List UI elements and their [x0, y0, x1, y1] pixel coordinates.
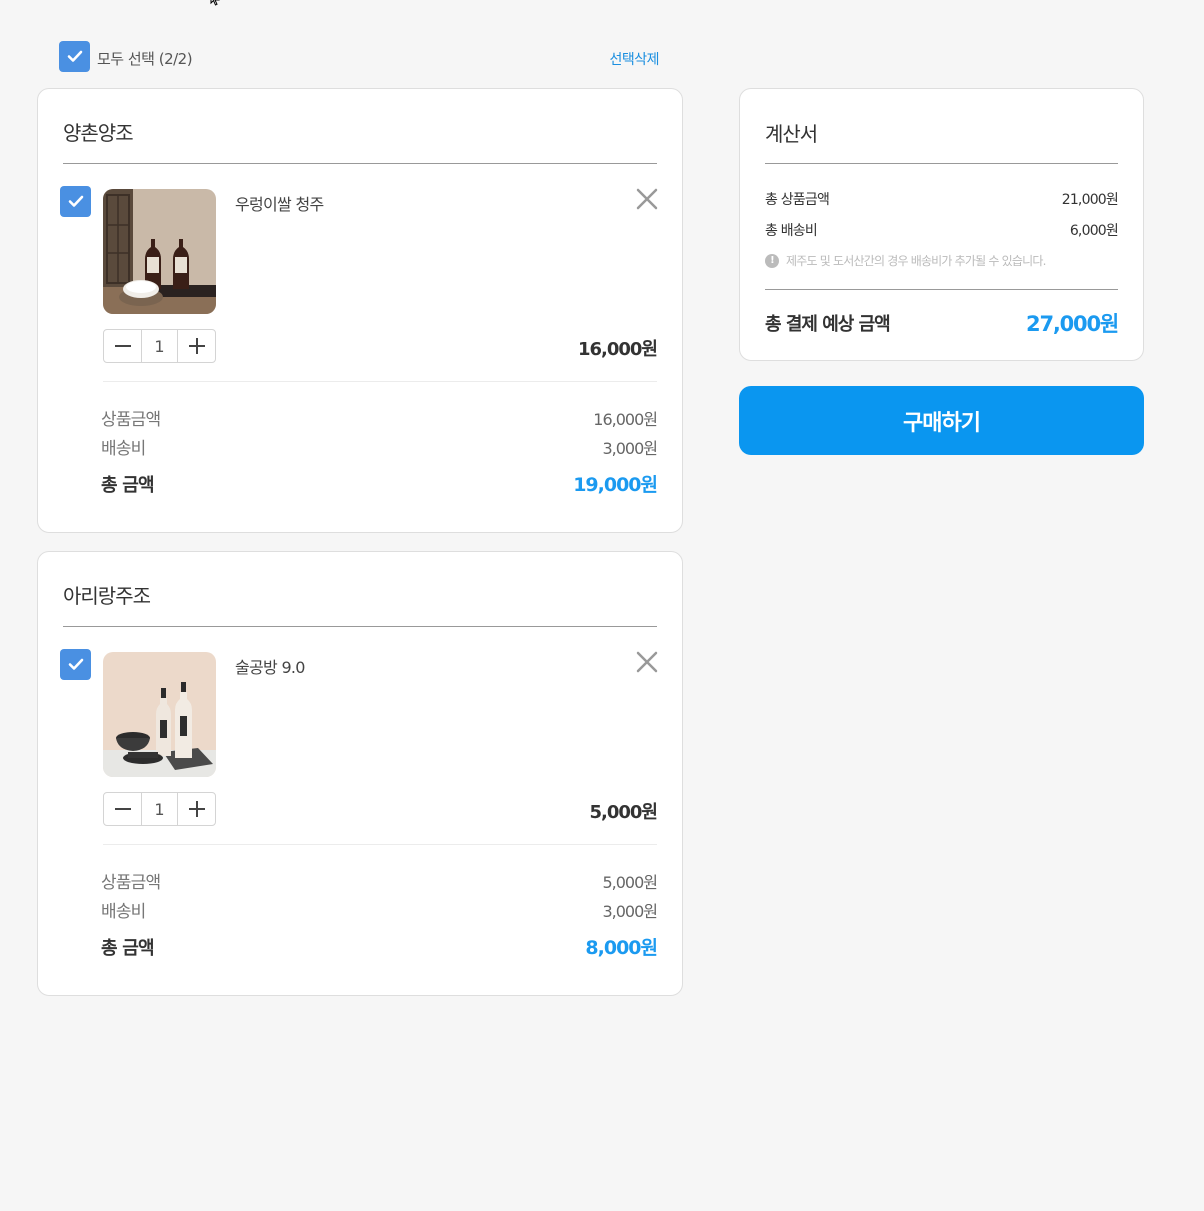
total-product-row: 총 상품금액 21,000원: [765, 189, 1119, 209]
total-product-value: 21,000원: [1061, 192, 1119, 208]
product-amount-label: 상품금액: [101, 873, 161, 893]
decrease-button[interactable]: [104, 793, 141, 825]
product-name[interactable]: 술공방 9.0: [235, 654, 305, 678]
shipping-row: 배송비 3,000원: [101, 897, 658, 923]
shipping-note-text: 제주도 및 도서산간의 경우 배송비가 추가될 수 있습니다.: [786, 254, 1046, 268]
store-name: 양촌양조: [63, 121, 134, 145]
item-price: 5,000원: [589, 802, 658, 823]
quantity-stepper: 1: [103, 792, 216, 826]
close-icon[interactable]: [636, 188, 658, 210]
divider: [63, 163, 657, 164]
quantity-value[interactable]: 1: [141, 330, 178, 362]
makgeolli-bottles-image: [103, 652, 216, 777]
decrease-button[interactable]: [104, 330, 141, 362]
product-amount-value: 16,000원: [593, 409, 658, 429]
delete-selected-link[interactable]: 선택삭제: [609, 49, 659, 69]
total-row: 총 금액 8,000원: [101, 933, 658, 960]
select-all-checkbox[interactable]: [59, 41, 90, 72]
total-row: 총 금액 19,000원: [101, 470, 658, 497]
increase-button[interactable]: [178, 793, 215, 825]
product-amount-value: 5,000원: [602, 872, 658, 892]
store-card: 아리랑주조 술공방 9.0 1 5,000원 상품금액 5,000원 배송비 3…: [37, 551, 683, 996]
product-amount-row: 상품금액 16,000원: [101, 405, 658, 431]
quantity-value[interactable]: 1: [141, 793, 178, 825]
product-amount-label: 상품금액: [101, 410, 161, 430]
store-card: 양촌양조 우렁이쌀 청주 1 16,000원 상품금액 16,000원 배송비 …: [37, 88, 683, 533]
total-label: 총 금액: [101, 474, 155, 496]
store-name: 아리랑주조: [63, 584, 151, 608]
mouse-cursor-icon: [210, 0, 220, 6]
shipping-label: 배송비: [101, 902, 146, 922]
check-icon: [67, 50, 82, 62]
invoice-title: 계산서: [765, 122, 818, 146]
select-all-label: 모두 선택 (2/2): [97, 50, 193, 68]
shipping-label: 배송비: [101, 439, 146, 459]
select-all-bar: 모두 선택 (2/2) 선택삭제: [59, 41, 659, 73]
total-label: 총 금액: [101, 937, 155, 959]
invoice-card: 계산서 총 상품금액 21,000원 총 배송비 6,000원 ! 제주도 및 …: [739, 88, 1144, 361]
item-checkbox[interactable]: [60, 186, 91, 217]
total-product-label: 총 상품금액: [765, 192, 830, 208]
product-name[interactable]: 우렁이쌀 청주: [235, 191, 324, 215]
shipping-row: 배송비 3,000원: [101, 434, 658, 460]
minus-icon: [114, 808, 131, 810]
rice-wine-bottles-image: [103, 189, 216, 314]
total-value: 8,000원: [585, 937, 658, 959]
total-value: 19,000원: [573, 474, 658, 496]
divider: [765, 289, 1118, 290]
item-checkbox[interactable]: [60, 649, 91, 680]
grand-total-label: 총 결제 예상 금액: [765, 314, 891, 335]
divider: [63, 626, 657, 627]
increase-button[interactable]: [178, 330, 215, 362]
shipping-value: 3,000원: [602, 438, 658, 458]
quantity-stepper: 1: [103, 329, 216, 363]
shipping-value: 3,000원: [602, 901, 658, 921]
divider: [103, 381, 657, 382]
total-shipping-row: 총 배송비 6,000원: [765, 220, 1119, 240]
minus-icon: [114, 345, 131, 347]
total-shipping-value: 6,000원: [1069, 223, 1119, 239]
info-icon: !: [765, 253, 779, 268]
plus-icon: [188, 338, 205, 354]
product-amount-row: 상품금액 5,000원: [101, 868, 658, 894]
close-icon[interactable]: [636, 651, 658, 673]
product-image[interactable]: [103, 652, 216, 777]
grand-total-row: 총 결제 예상 금액 27,000원: [765, 308, 1119, 338]
grand-total-value: 27,000원: [1026, 312, 1119, 336]
check-icon: [68, 658, 83, 670]
plus-icon: [188, 801, 205, 817]
divider: [765, 163, 1118, 164]
check-icon: [68, 195, 83, 207]
shipping-note: ! 제주도 및 도서산간의 경우 배송비가 추가될 수 있습니다.: [765, 252, 1046, 269]
product-image[interactable]: [103, 189, 216, 314]
divider: [103, 844, 657, 845]
item-price: 16,000원: [577, 339, 658, 360]
buy-button[interactable]: 구매하기: [739, 386, 1144, 455]
total-shipping-label: 총 배송비: [765, 223, 818, 239]
